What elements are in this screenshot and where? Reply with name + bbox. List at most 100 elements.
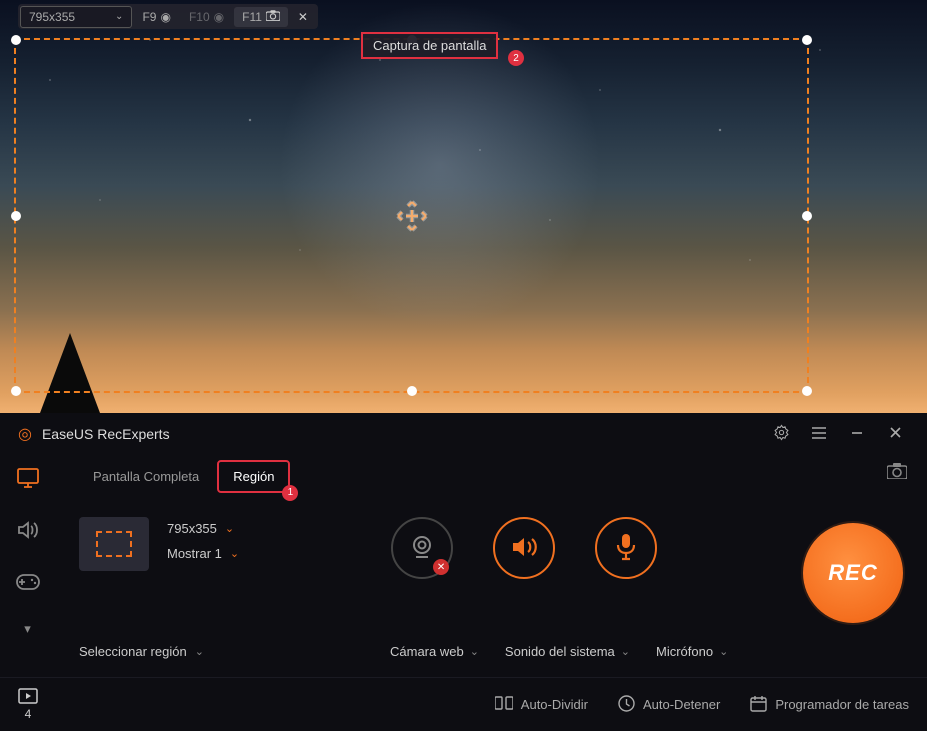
close-button[interactable] (881, 420, 909, 448)
record-dot-icon: ◉ (160, 10, 170, 24)
mode-audio-button[interactable] (10, 513, 46, 549)
webcam-icon (408, 533, 436, 564)
system-sound-toggle[interactable] (493, 517, 555, 579)
pause-dot-icon: ◉ (214, 10, 224, 24)
gear-icon (773, 424, 790, 444)
annotation-badge-2: 2 (508, 50, 524, 66)
system-sound-label: Sonido del sistema (505, 644, 615, 659)
auto-split-button[interactable]: Auto-Dividir (495, 695, 588, 714)
mode-rail: ▾ (0, 455, 55, 677)
select-region-dropdown[interactable]: Seleccionar región ⌄ (79, 644, 204, 659)
titlebar: ◎ EaseUS RecExperts (0, 413, 927, 455)
clock-icon (618, 695, 635, 715)
capture-region[interactable] (14, 38, 809, 393)
tab-fullscreen-label: Pantalla Completa (93, 469, 199, 484)
chevron-down-icon: ⌄ (719, 645, 728, 658)
region-preview-thumb[interactable] (79, 517, 149, 571)
resize-handle-mr[interactable] (802, 211, 812, 221)
minimize-button[interactable] (843, 420, 871, 448)
tooltip-text: Captura de pantalla (373, 38, 486, 53)
resize-handle-ml[interactable] (11, 211, 21, 221)
resize-handle-bl[interactable] (11, 386, 21, 396)
microphone-label: Micrófono (656, 644, 713, 659)
menu-button[interactable] (805, 420, 833, 448)
camera-icon (266, 10, 280, 24)
app-logo-icon: ◎ (18, 424, 32, 444)
region-dimensions-dropdown[interactable]: 795x355 ⌄ (167, 521, 239, 536)
scheduler-label: Programador de tareas (775, 697, 909, 712)
monitor-icon (17, 468, 39, 491)
chevron-down-icon: ⌄ (621, 645, 630, 658)
capture-toolbar: 795x355 ⌄ F9 ◉ F10 ◉ F11 ✕ (18, 4, 318, 29)
auto-stop-button[interactable]: Auto-Detener (618, 695, 720, 715)
main-panel: Pantalla Completa Región 1 795x355 ⌄ (55, 455, 927, 677)
chevron-down-icon: ⌄ (225, 522, 234, 535)
desktop-preview: 795x355 ⌄ F9 ◉ F10 ◉ F11 ✕ Captura de pa… (0, 0, 927, 413)
capture-mode-tabs: Pantalla Completa Región 1 (79, 459, 909, 493)
close-icon (889, 426, 902, 442)
auto-stop-label: Auto-Detener (643, 697, 720, 712)
microphone-toggle[interactable] (595, 517, 657, 579)
record-label: REC (828, 560, 877, 586)
calendar-icon (750, 695, 767, 715)
tab-fullscreen[interactable]: Pantalla Completa (79, 462, 213, 491)
hotkey-pause[interactable]: F10 ◉ (181, 7, 232, 27)
resize-handle-tr[interactable] (802, 35, 812, 45)
webcam-dropdown[interactable]: Cámara web ⌄ (390, 644, 479, 659)
bottom-bar: 4 Auto-Dividir Auto-Detener Programador … (0, 677, 927, 731)
close-toolbar-button[interactable]: ✕ (290, 7, 316, 27)
hotkey-record-label: F9 (142, 10, 156, 24)
dimensions-dropdown[interactable]: 795x355 ⌄ (20, 6, 132, 28)
system-sound-dropdown[interactable]: Sonido del sistema ⌄ (505, 644, 630, 659)
record-button[interactable]: REC (803, 523, 903, 623)
region-dimensions-value: 795x355 (167, 521, 217, 536)
app-window: ◎ EaseUS RecExperts (0, 413, 927, 731)
gamepad-icon (16, 574, 40, 593)
display-value: Mostrar 1 (167, 546, 222, 561)
move-handle[interactable] (392, 196, 432, 236)
chevron-down-icon: ⌄ (230, 547, 239, 560)
resize-handle-tl[interactable] (11, 35, 21, 45)
select-region-label: Seleccionar región (79, 644, 187, 659)
dimensions-value: 795x355 (29, 10, 75, 24)
screenshot-tooltip: Captura de pantalla (361, 32, 498, 59)
display-dropdown[interactable]: Mostrar 1 ⌄ (167, 546, 239, 561)
webcam-label: Cámara web (390, 644, 464, 659)
chevron-down-icon: ▾ (24, 621, 31, 636)
video-list-icon (18, 688, 38, 707)
chevron-down-icon: ⌄ (470, 645, 479, 658)
mode-screen-button[interactable] (10, 461, 46, 497)
recordings-button[interactable]: 4 (18, 688, 38, 721)
scheduler-button[interactable]: Programador de tareas (750, 695, 909, 715)
hotkey-screenshot-label: F11 (242, 10, 262, 24)
speaker-icon (510, 535, 538, 562)
chevron-down-icon: ⌄ (195, 645, 204, 658)
hotkey-pause-label: F10 (189, 10, 210, 24)
mode-game-button[interactable] (10, 565, 46, 601)
recordings-count: 4 (25, 707, 32, 721)
annotation-badge-1: 1 (282, 485, 298, 501)
mode-more-button[interactable]: ▾ (24, 621, 31, 637)
minimize-icon (850, 426, 864, 443)
app-title: EaseUS RecExperts (42, 426, 170, 442)
close-icon: ✕ (298, 10, 308, 24)
microphone-icon (616, 533, 636, 564)
speaker-icon (17, 520, 39, 543)
settings-button[interactable] (767, 420, 795, 448)
resize-handle-br[interactable] (802, 386, 812, 396)
region-preview-dashed (96, 531, 132, 557)
tab-region[interactable]: Región 1 (217, 460, 290, 493)
tab-region-label: Región (233, 469, 274, 484)
auto-split-label: Auto-Dividir (521, 697, 588, 712)
chevron-down-icon: ⌄ (115, 11, 123, 22)
hotkey-screenshot[interactable]: F11 (234, 7, 288, 27)
camera-icon (887, 467, 907, 482)
microphone-dropdown[interactable]: Micrófono ⌄ (656, 644, 728, 659)
screenshot-button[interactable] (887, 463, 907, 482)
split-icon (495, 695, 513, 714)
resize-handle-bm[interactable] (407, 386, 417, 396)
hotkey-record[interactable]: F9 ◉ (134, 7, 179, 27)
webcam-toggle[interactable]: ✕ (391, 517, 453, 579)
hamburger-icon (811, 426, 827, 443)
webcam-disabled-icon: ✕ (433, 559, 449, 575)
